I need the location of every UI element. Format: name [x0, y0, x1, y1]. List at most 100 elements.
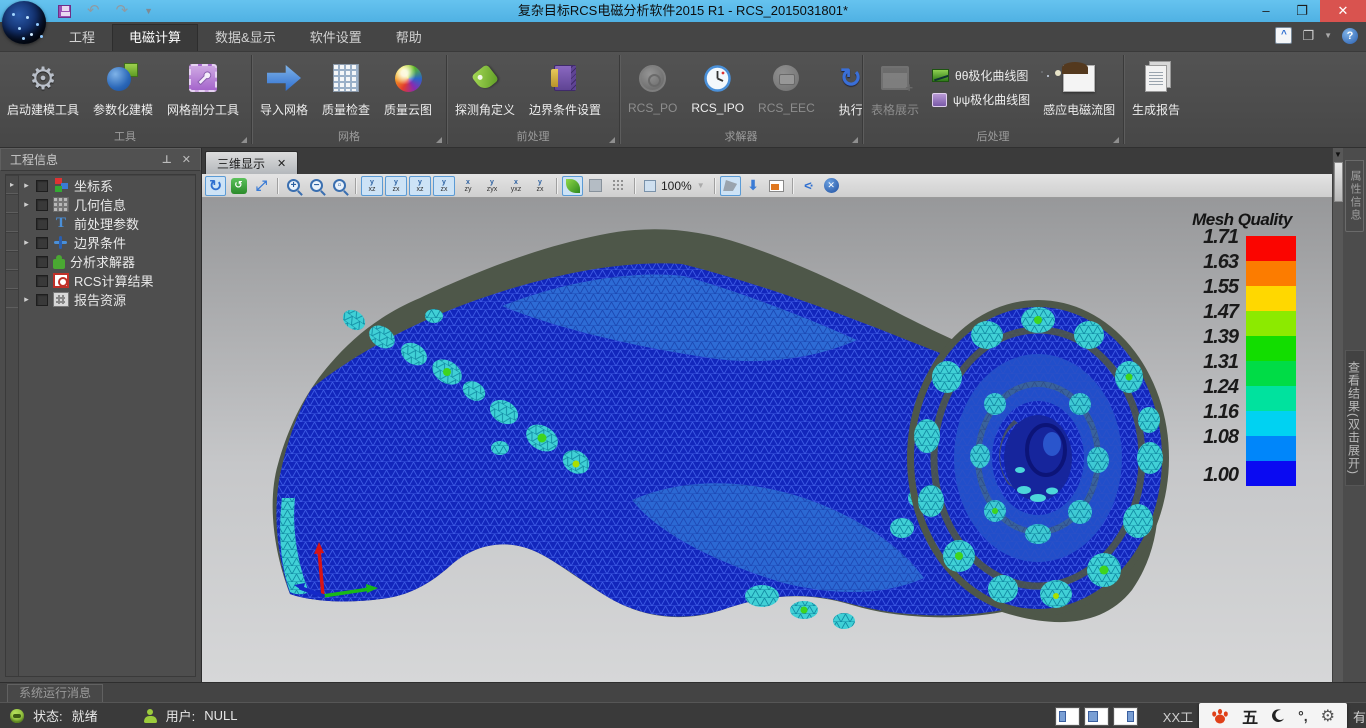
layout-window-button[interactable] — [766, 176, 787, 196]
expander-icon[interactable]: ▸ — [22, 199, 31, 210]
drop-down-button[interactable]: ⬇ — [743, 176, 764, 196]
zoom-fit-button[interactable]: ▫ — [329, 176, 350, 196]
system-messages-tab[interactable]: 系统运行消息 — [7, 684, 103, 702]
group-expand-icon[interactable] — [852, 137, 858, 143]
tree-item-geometry-info[interactable]: ▸ 几何信息 — [19, 195, 195, 214]
group-expand-icon[interactable] — [1113, 137, 1119, 143]
tab-project[interactable]: 工程 — [52, 24, 112, 51]
tab-close-icon[interactable]: ✕ — [277, 157, 286, 170]
zoom-out-button[interactable]: − — [306, 176, 327, 196]
induced-em-current-map-button[interactable]: 感应电磁流图 — [1036, 55, 1122, 120]
pick-surface-button[interactable] — [720, 176, 741, 196]
view-results-tab[interactable]: 查看结果(双击展开) — [1345, 350, 1365, 486]
help-icon[interactable]: ? — [1342, 28, 1358, 44]
window-style-icon[interactable]: ❐ — [1302, 28, 1314, 44]
layout-bottom-pane-button[interactable] — [1114, 708, 1137, 725]
view-bottom-button[interactable]: yzyx — [481, 176, 503, 196]
layout-one-pane-button[interactable] — [1056, 708, 1079, 725]
collapse-ribbon-icon[interactable]: ^ — [1275, 27, 1292, 44]
scrollbar-thumb[interactable] — [1334, 162, 1343, 202]
window-style-dropdown-icon[interactable]: ▼ — [1324, 31, 1332, 40]
psi-polar-curve-button[interactable]: ψψ极化曲线图 — [932, 91, 1030, 108]
view-iso2-button[interactable]: yzx — [529, 176, 551, 196]
import-mesh-button[interactable]: 导入网格 — [253, 55, 315, 120]
tree-item-report-resources[interactable]: ▸ 报告资源 — [19, 290, 195, 309]
tree-item-rcs-results[interactable]: RCS计算结果 — [19, 271, 195, 290]
tab-data-display[interactable]: 数据&显示 — [198, 24, 293, 51]
user-icon — [144, 709, 157, 723]
points-view-button[interactable] — [608, 176, 629, 196]
orbit-button[interactable]: ↺ — [228, 176, 249, 196]
probe-angle-button[interactable]: 探测角定义 — [448, 55, 522, 120]
ime-toolbar[interactable]: 五 °, ⚙ — [1199, 703, 1347, 728]
quality-cloud-button[interactable]: 质量云图 — [377, 55, 439, 120]
minimize-button[interactable]: – — [1248, 0, 1284, 22]
launch-modeling-tool-button[interactable]: ⚙ 启动建模工具 — [0, 55, 86, 120]
boundary-condition-button[interactable]: 边界条件设置 — [522, 55, 608, 120]
restore-button[interactable]: ❐ — [1284, 0, 1320, 22]
tab-settings[interactable]: 软件设置 — [293, 24, 379, 51]
legend-band — [1246, 411, 1296, 436]
expander-icon[interactable]: ▸ — [22, 237, 31, 248]
checkbox[interactable] — [36, 294, 48, 306]
ime-moon-icon[interactable] — [1271, 709, 1285, 723]
checkbox[interactable] — [36, 218, 48, 230]
cancel-view-button[interactable]: ✕ — [821, 176, 842, 196]
properties-panel-tab[interactable]: 属性信息 — [1345, 160, 1364, 232]
checkbox[interactable] — [36, 237, 48, 249]
tree-item-boundary-conditions[interactable]: ▸ 边界条件 — [19, 233, 195, 252]
group-expand-icon[interactable] — [436, 137, 442, 143]
rotate-view-button[interactable]: ↻ — [205, 176, 226, 196]
ime-paw-icon[interactable] — [1211, 708, 1229, 724]
panel-close-icon[interactable]: ✕ — [182, 153, 191, 166]
rcs-po-button[interactable]: RCS_PO — [621, 55, 684, 117]
layout-two-pane-button[interactable] — [1085, 708, 1108, 725]
view-right-button[interactable]: yzx — [433, 176, 455, 196]
checkbox[interactable] — [36, 275, 48, 287]
zoom-in-button[interactable]: + — [283, 176, 304, 196]
app-logo-icon[interactable] — [2, 1, 46, 44]
view-iso-button[interactable]: xyxz — [505, 176, 527, 196]
share-view-button[interactable]: <· — [798, 176, 819, 196]
group-expand-icon[interactable] — [241, 137, 247, 143]
checkbox[interactable] — [36, 199, 48, 211]
rcs-eec-button[interactable]: RCS_EEC — [751, 55, 822, 117]
zoom-level-select[interactable]: 100% ▼ — [640, 179, 709, 193]
legend-value: 1.31 — [1180, 351, 1238, 374]
tree-item-analysis-solver[interactable]: 分析求解器 — [19, 252, 195, 271]
view-back-button[interactable]: yzx — [385, 176, 407, 196]
tab-em-compute[interactable]: 电磁计算 — [112, 24, 198, 51]
quality-check-button[interactable]: 质量检查 — [315, 55, 377, 120]
rotate-icon: ↻ — [209, 176, 222, 196]
rcs-ipo-button[interactable]: RCS_IPO — [684, 55, 751, 117]
table-display-button[interactable]: 表格展示 — [864, 55, 926, 120]
mesh-partition-tool-button[interactable]: 网格剖分工具 — [160, 55, 246, 120]
pin-icon[interactable]: ⊥ — [162, 153, 172, 166]
tab-3d-display[interactable]: 三维显示 ✕ — [205, 151, 298, 174]
ime-mode-char[interactable]: 五 — [1242, 704, 1258, 728]
view-top-button[interactable]: xzy — [457, 176, 479, 196]
expander-icon[interactable]: ▸ — [22, 180, 31, 191]
generate-report-button[interactable]: 生成报告 — [1125, 55, 1187, 120]
expander-icon[interactable]: ▸ — [22, 294, 31, 305]
ime-settings-gear-icon[interactable]: ⚙ — [1321, 706, 1335, 726]
theta-polar-curve-button[interactable]: θθ极化曲线图 — [932, 67, 1030, 84]
checkbox[interactable] — [36, 256, 48, 268]
connector-icon — [773, 65, 799, 91]
parametric-modeling-button[interactable]: 参数化建模 — [86, 55, 160, 120]
wireframe-view-button[interactable] — [585, 176, 606, 196]
tab-help[interactable]: 帮助 — [379, 24, 439, 51]
view-front-button[interactable]: yxz — [361, 176, 383, 196]
close-button[interactable]: ✕ — [1320, 0, 1366, 22]
view-left-button[interactable]: yxz — [409, 176, 431, 196]
group-expand-icon[interactable] — [609, 137, 615, 143]
shaded-view-button[interactable] — [562, 176, 583, 196]
pan-button[interactable]: ⤢ — [251, 176, 272, 196]
checkbox[interactable] — [36, 180, 48, 192]
viewport-scrollbar[interactable]: ▼ — [1332, 148, 1343, 682]
tree-item-preprocess-params[interactable]: T 前处理参数 — [19, 214, 195, 233]
tree-item-coordinate-system[interactable]: ▸ 坐标系 — [19, 176, 195, 195]
toolbar-overflow-icon[interactable]: ▼ — [1334, 150, 1342, 159]
ime-punctuation[interactable]: °, — [1298, 708, 1308, 724]
3d-canvas[interactable]: Mesh Quality 1.71 1.63 1.55 1.47 1.39 1.… — [202, 198, 1332, 682]
